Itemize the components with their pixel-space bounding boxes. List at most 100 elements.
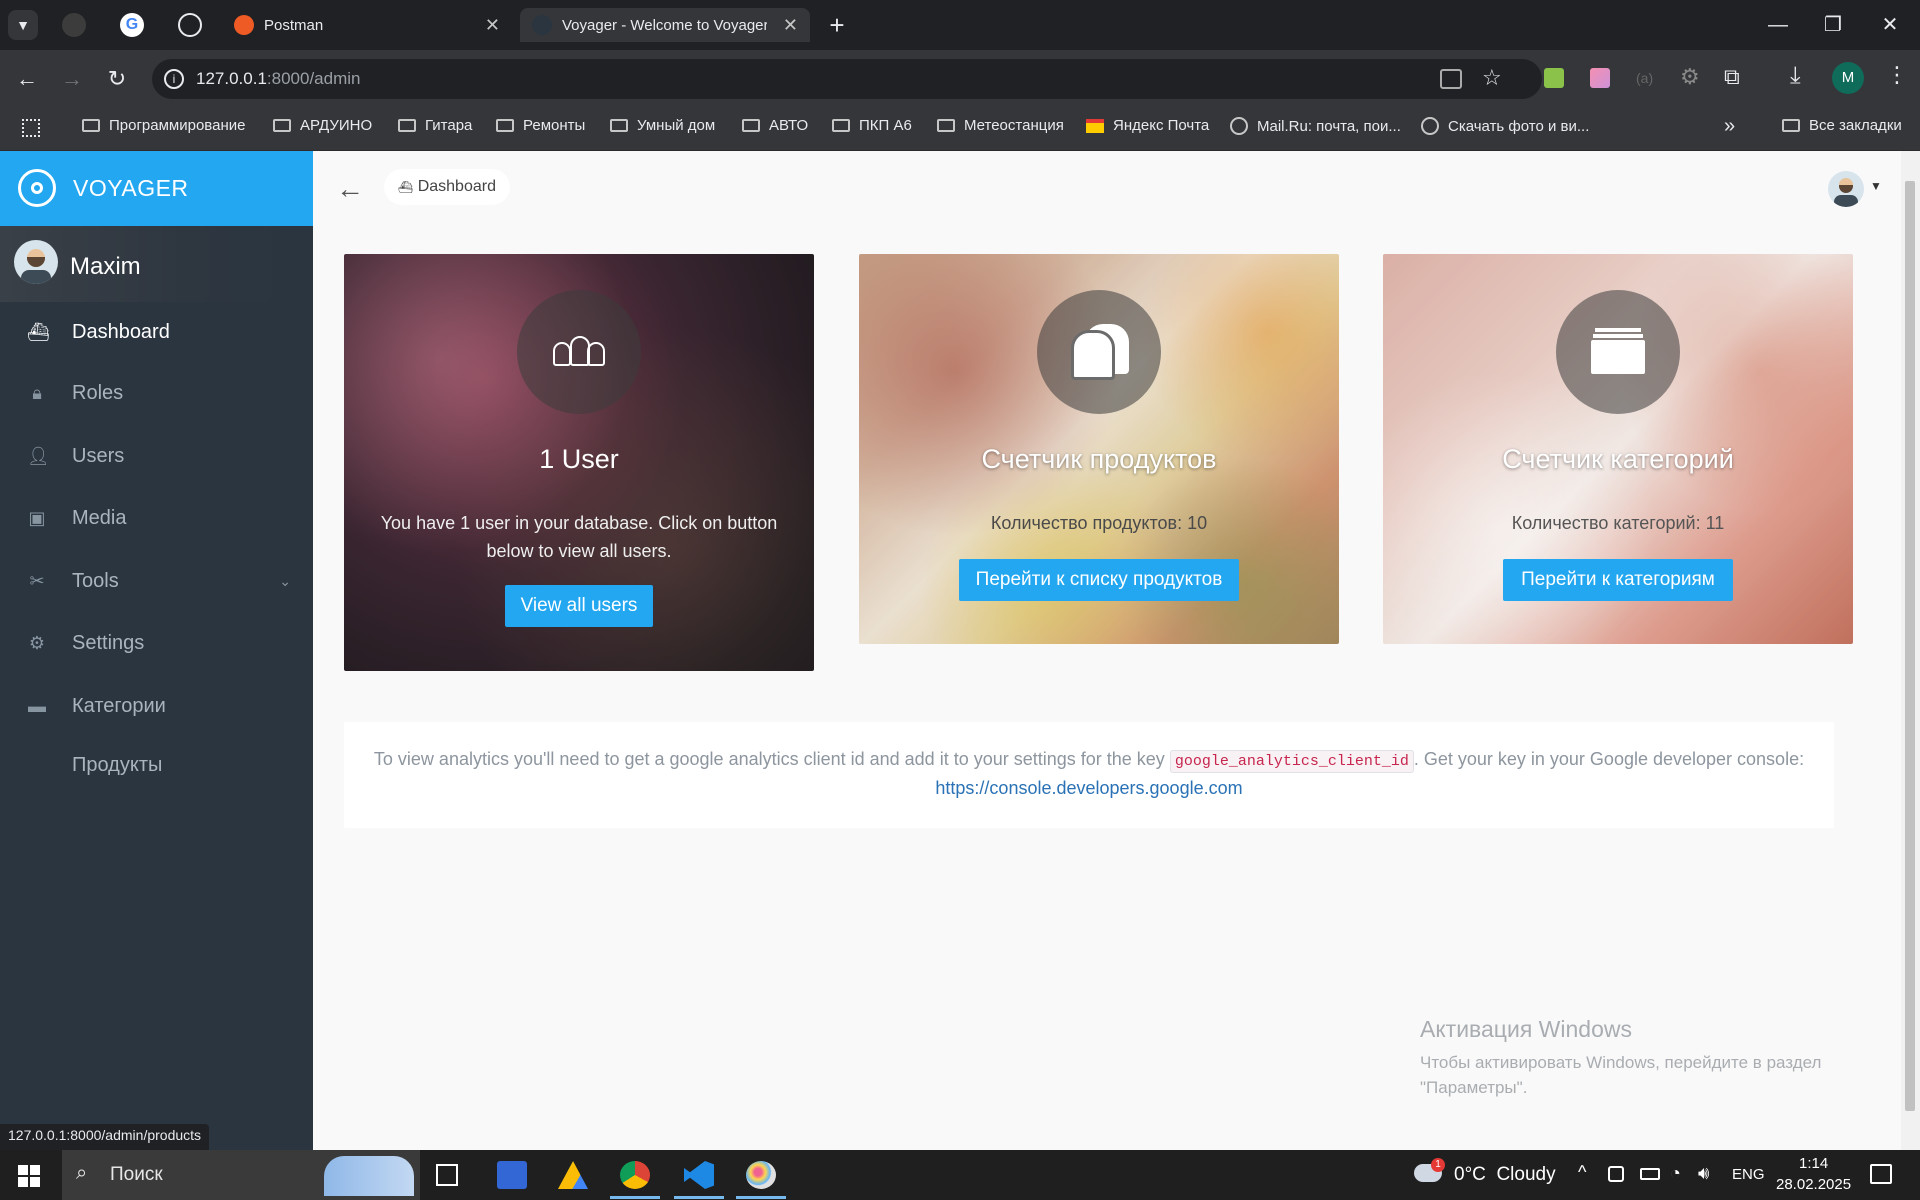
sidebar-item-products[interactable]: Продукты (0, 740, 313, 790)
bookmark-folder[interactable]: Программирование (82, 117, 245, 134)
extension-icon[interactable]: (a) (1636, 70, 1653, 86)
windows-start-icon[interactable] (18, 1165, 40, 1187)
icon-circle (517, 290, 641, 414)
site-info-icon[interactable]: i (164, 69, 184, 89)
all-bookmarks[interactable]: Все закладки (1782, 117, 1902, 134)
extension-icon[interactable] (1544, 68, 1564, 88)
close-tab-icon[interactable]: ✕ (485, 15, 500, 36)
tab-postman[interactable]: Postman ✕ (222, 8, 512, 42)
close-window-icon[interactable]: ✕ (1870, 10, 1910, 40)
sidebar-toggle-back-icon[interactable]: ← (336, 173, 364, 205)
paint-icon[interactable] (746, 1161, 776, 1189)
folder-icon (610, 119, 628, 132)
extensions-puzzle-icon[interactable]: ⧉ (1724, 64, 1740, 90)
breadcrumb-label: Dashboard (417, 178, 496, 195)
clock-time[interactable]: 1:14 (1799, 1155, 1828, 1172)
bookmark-link[interactable]: Mail.Ru: почта, пои... (1230, 117, 1401, 135)
active-app-underline (674, 1196, 724, 1199)
task-view-icon[interactable] (436, 1164, 458, 1186)
meet-icon[interactable] (1608, 1166, 1624, 1182)
tab-search-button[interactable]: ▼ (8, 10, 38, 40)
yandex-mail-icon (1086, 118, 1104, 133)
tab-voyager[interactable]: Voyager - Welcome to Voyager ✕ (520, 8, 810, 42)
caret-down-icon[interactable]: ▼ (1870, 179, 1882, 193)
chevron-down-icon: ⌄ (279, 572, 291, 589)
address-bar[interactable]: i 127.0.0.1:8000/admin ☆ (152, 59, 1542, 99)
bookmark-link[interactable]: Яндекс Почта (1086, 117, 1209, 134)
sidebar-item-settings[interactable]: ⚙ Settings (0, 618, 313, 668)
analytics-notice: To view analytics you'll need to get a g… (344, 722, 1834, 828)
battery-icon[interactable] (1640, 1168, 1660, 1180)
sidebar-item-dashboard[interactable]: ⛴ Dashboard (0, 307, 313, 357)
sidebar-item-categories[interactable]: ▬ Категории (0, 681, 313, 731)
developer-console-link[interactable]: https://console.developers.google.com (344, 778, 1834, 799)
forward-icon[interactable]: → (57, 64, 87, 94)
apps-grid-icon[interactable] (22, 119, 40, 137)
extension-gear-icon[interactable]: ⚙ (1680, 64, 1700, 90)
save-app-icon[interactable] (497, 1161, 527, 1189)
sidebar-item-tools[interactable]: ✂ Tools ⌄ (0, 556, 313, 606)
bookmark-folder[interactable]: Ремонты (496, 117, 585, 134)
restore-icon[interactable]: ❐ (1813, 10, 1853, 40)
breadcrumb[interactable]: ⛴ Dashboard (384, 169, 510, 205)
chatgpt-tab-icon[interactable] (178, 13, 202, 37)
bookmark-folder[interactable]: Умный дом (610, 117, 715, 134)
chevron-up-icon[interactable]: ^ (1578, 1162, 1586, 1183)
google-drive-icon[interactable] (558, 1161, 588, 1189)
folder-icon (1591, 328, 1645, 374)
bookmark-folder[interactable]: АВТО (742, 117, 808, 134)
download-icon[interactable]: ⤓ (1790, 62, 1801, 90)
profile-avatar[interactable]: M (1832, 62, 1864, 94)
products-list-button[interactable]: Перейти к списку продуктов (959, 559, 1239, 601)
bookmark-link[interactable]: Скачать фото и ви... (1421, 117, 1589, 135)
analytics-text-part: To view analytics you'll need to get a g… (373, 749, 1170, 769)
new-tab-button[interactable]: + (822, 10, 852, 40)
widget-title: 1 User (539, 444, 619, 474)
bookmark-folder[interactable]: ПКП А6 (832, 117, 912, 134)
icon-circle (1037, 290, 1161, 414)
folder-icon (937, 119, 955, 132)
sidebar-item-label: Media (72, 506, 127, 529)
clock-date[interactable]: 28.02.2025 (1776, 1176, 1851, 1193)
volume-icon[interactable]: 🔊︎ (1698, 1163, 1709, 1184)
url-path: :8000/admin (266, 69, 361, 88)
taskbar-search[interactable]: ⌕ Поиск (62, 1150, 420, 1200)
polar-bear-illustration-icon (324, 1156, 414, 1196)
vscode-icon[interactable] (684, 1161, 714, 1189)
folder-icon (398, 119, 416, 132)
bookmark-folder[interactable]: Гитара (398, 117, 472, 134)
language-indicator[interactable]: ENG (1732, 1166, 1765, 1183)
google-tab-icon[interactable]: G (120, 13, 144, 37)
browser-menu-icon[interactable]: ⋮ (1886, 62, 1908, 88)
translate-icon[interactable] (1440, 69, 1462, 89)
categories-button[interactable]: Перейти к категориям (1503, 559, 1733, 601)
bookmark-label: ПКП А6 (859, 117, 912, 134)
folder-icon (832, 119, 850, 132)
extension-icon[interactable] (1590, 68, 1610, 88)
more-bookmarks-icon[interactable]: » (1724, 115, 1735, 138)
minimize-icon[interactable]: — (1758, 10, 1798, 40)
scrollbar-thumb[interactable] (1905, 181, 1915, 1111)
brand-header[interactable]: VOYAGER (0, 151, 313, 226)
bookmark-folder[interactable]: Метеостанция (937, 117, 1064, 134)
sidebar-item-media[interactable]: ▣ Media (0, 493, 313, 543)
user-panel[interactable]: Maxim (0, 226, 313, 302)
boat-icon: ⛴ (398, 180, 414, 194)
weather-text[interactable]: 0°C Cloudy (1454, 1164, 1556, 1186)
page-scrollbar[interactable] (1901, 151, 1920, 1150)
view-all-users-button[interactable]: View all users (505, 585, 653, 627)
back-icon[interactable]: ← (12, 64, 42, 94)
notifications-icon[interactable] (1870, 1164, 1892, 1184)
sidebar-item-roles[interactable]: 🔒︎ Roles (0, 368, 313, 418)
github-tab-icon[interactable] (62, 13, 86, 37)
reload-icon[interactable]: ↻ (102, 64, 132, 94)
folder-icon (1782, 119, 1800, 132)
bookmark-folder[interactable]: АРДУИНО (273, 117, 372, 134)
star-icon[interactable]: ☆ (1482, 65, 1502, 91)
wifi-icon[interactable]: ◔ (1670, 1163, 1681, 1184)
close-tab-icon[interactable]: ✕ (783, 15, 798, 36)
chrome-icon[interactable] (620, 1161, 650, 1189)
sidebar-item-label: Dashboard (72, 320, 170, 343)
sidebar-item-users[interactable]: 👤︎ Users (0, 431, 313, 481)
avatar[interactable] (1828, 171, 1864, 207)
